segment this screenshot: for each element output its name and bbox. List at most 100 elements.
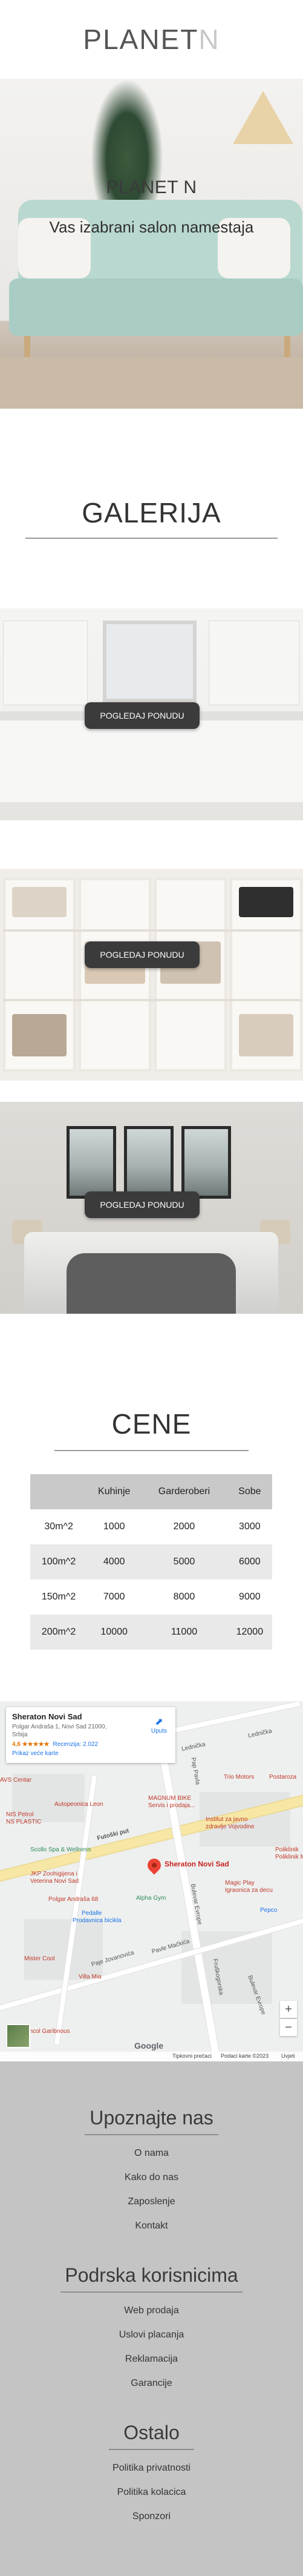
satellite-toggle[interactable] <box>6 2024 30 2048</box>
table-cell: 150m^2 <box>30 1580 88 1615</box>
kitchen-window <box>103 621 197 702</box>
map-pin-label[interactable]: Sheraton Novi Sad <box>165 1860 229 1868</box>
footer-link[interactable]: Kako do nas <box>0 2172 303 2183</box>
place-address: Polgar Andraša 1, Novi Sad 21000, Srbija <box>12 1724 107 1738</box>
map-poi: Institut za javno <box>206 1816 248 1823</box>
map-poi: Polgar Andraša 68 <box>48 1896 99 1903</box>
larger-map-link[interactable]: Prikaz veće karte <box>12 1750 169 1757</box>
footer-section-title: Podrska korisnicima <box>65 2264 238 2286</box>
sofa-leg <box>24 336 30 360</box>
table-cell: 4000 <box>87 1544 142 1580</box>
wall-art <box>181 1126 231 1199</box>
gallery-item-kitchen: POGLEDAJ PONUDU <box>0 608 303 820</box>
map-poi: Prodavnica bicikla <box>73 1917 122 1924</box>
street-label: Pap Pavla <box>189 1757 201 1785</box>
footer-section-title: Ostalo <box>123 2422 180 2443</box>
footer-link[interactable]: Zaposlenje <box>0 2196 303 2207</box>
footer-link[interactable]: O nama <box>0 2148 303 2159</box>
gallery-item-wardrobe: POGLEDAJ PONUDU <box>0 869 303 1081</box>
footer-link[interactable]: Web prodaja <box>0 2305 303 2316</box>
price-table-header: Kuhinje Garderoberi Sobe <box>30 1474 272 1509</box>
hero-subtitle: Vas izabrani salon namestaja <box>49 218 254 236</box>
map-poi: zdravlje Vojvodine <box>206 1823 255 1830</box>
hero-floor <box>0 357 303 409</box>
footer-link[interactable]: Kontakt <box>0 2221 303 2232</box>
map-poi: Pedalle <box>82 1910 102 1917</box>
footer-link[interactable]: Reklamacija <box>0 2354 303 2365</box>
gallery-item-bedroom: POGLEDAJ PONUDU <box>0 1102 303 1314</box>
terms-link[interactable]: Uvjeti <box>281 2053 295 2059</box>
map-poi: Pepco <box>260 1907 278 1914</box>
zoom-out-button[interactable]: − <box>280 2019 297 2036</box>
table-cell: 1000 <box>87 1509 142 1544</box>
map-poi: Villa Mia <box>79 1974 102 1980</box>
map-data-text: Podaci karte ©2023 <box>221 2053 269 2059</box>
table-cell: 6000 <box>227 1544 272 1580</box>
street-label: Lednička <box>181 1741 206 1753</box>
table-cell: 9000 <box>227 1580 272 1615</box>
prices-divider <box>54 1450 249 1451</box>
view-offer-button[interactable]: POGLEDAJ PONUDU <box>85 702 200 729</box>
map-poi: Trio Motors <box>224 1774 255 1780</box>
table-cell: 12000 <box>227 1615 272 1650</box>
bed-throw <box>67 1253 236 1314</box>
wardrobe-shelf <box>3 929 302 932</box>
wall-art <box>67 1126 116 1199</box>
folded-items <box>12 1014 67 1056</box>
footer-link[interactable]: Politika kolacica <box>0 2487 303 2498</box>
view-offer-button[interactable]: POGLEDAJ PONUDU <box>85 941 200 968</box>
map-poi: Poliklinik MD - Na <box>275 1854 303 1860</box>
footer-link[interactable]: Sponzori <box>0 2511 303 2522</box>
footer-divider <box>60 2291 243 2293</box>
table-cell: 30m^2 <box>30 1509 88 1544</box>
map-pin-icon[interactable] <box>145 1856 164 1875</box>
folded-items <box>239 1014 293 1056</box>
directions-button[interactable]: ⬈ Uputs <box>151 1716 167 1734</box>
zoom-in-button[interactable]: + <box>280 2001 297 2018</box>
street-label: Lednička <box>247 1727 273 1740</box>
table-cell: 10000 <box>87 1615 142 1650</box>
site-header: PLANETN <box>0 0 303 79</box>
footer-section-title: Upoznajte nas <box>90 2107 213 2129</box>
site-logo[interactable]: PLANETN <box>83 23 220 56</box>
map-poi: Postaroza <box>269 1774 297 1780</box>
table-row: 200m^2 10000 11000 12000 <box>30 1615 272 1650</box>
kitchen-cabinet <box>3 621 88 705</box>
footer-divider <box>109 2449 194 2450</box>
view-offer-button[interactable]: POGLEDAJ PONUDU <box>85 1191 200 1218</box>
folded-items <box>12 887 67 917</box>
price-table: Kuhinje Garderoberi Sobe 30m^2 1000 2000… <box>30 1474 272 1650</box>
table-cell: 2000 <box>141 1509 227 1544</box>
map-poi: Veterina Novi Sad <box>30 1878 79 1885</box>
bags <box>239 887 293 917</box>
gallery-title: GALERIJA <box>82 497 221 529</box>
location-map[interactable]: Lednička Lednička Futoški put Bulevar Ev… <box>0 1701 303 2061</box>
prices-title: CENE <box>111 1408 192 1440</box>
map-footer: Tipkovni prečaci Podaci karte ©2023 Uvje… <box>0 2052 303 2061</box>
site-footer: Upoznajte nas O nama Kako do nas Zaposle… <box>0 2061 303 2576</box>
footer-link[interactable]: Garancije <box>0 2378 303 2389</box>
footer-link[interactable]: Uslovi placanja <box>0 2330 303 2340</box>
table-cell: 200m^2 <box>30 1615 88 1650</box>
table-header-cell: Sobe <box>227 1474 272 1509</box>
map-poi: Alpha Gym <box>136 1895 166 1902</box>
place-name: Sheraton Novi Sad <box>12 1712 82 1721</box>
table-header-cell <box>30 1474 88 1509</box>
map-poi: Poliklinik <box>275 1846 299 1853</box>
kitchen-lower-cabinets <box>0 720 303 805</box>
sofa-leg <box>284 336 290 360</box>
map-poi: Igraonica za decu <box>225 1887 273 1894</box>
map-poi: MAGNUM BIKE <box>148 1795 192 1802</box>
footer-link[interactable]: Politika privatnosti <box>0 2463 303 2474</box>
table-cell: 8000 <box>141 1580 227 1615</box>
wardrobe-shelf <box>3 999 302 1001</box>
reviews-link[interactable]: Recenzija: 2.022 <box>53 1741 99 1748</box>
gallery-divider <box>25 538 278 539</box>
lamp-shade <box>233 91 293 144</box>
table-header-cell: Garderoberi <box>141 1474 227 1509</box>
table-header-cell: Kuhinje <box>87 1474 142 1509</box>
keyboard-shortcuts-link[interactable]: Tipkovni prečaci <box>172 2053 212 2059</box>
map-poi: Mister Cool <box>24 1955 55 1962</box>
kitchen-floor <box>0 802 303 820</box>
kitchen-cabinet <box>209 621 299 705</box>
